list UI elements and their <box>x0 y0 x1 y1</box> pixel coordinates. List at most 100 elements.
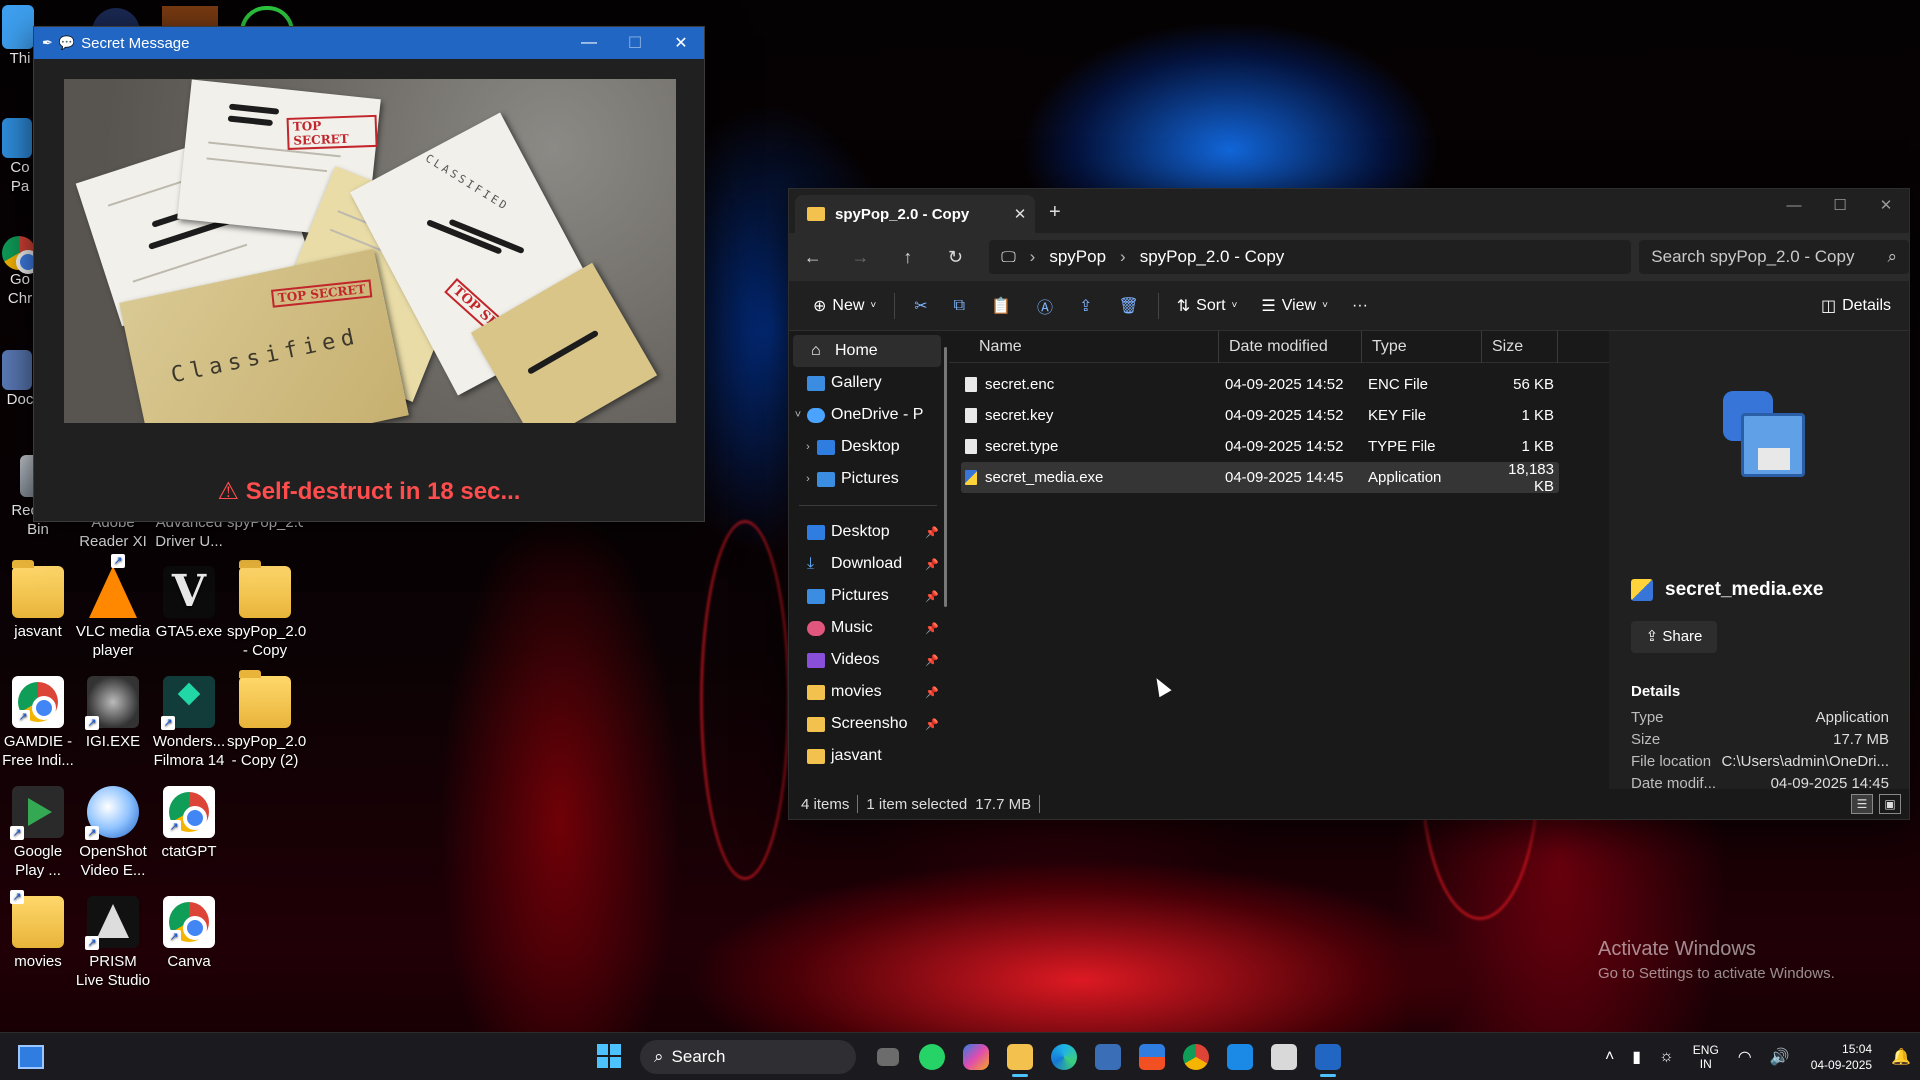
nav-item-music[interactable]: Music 📌 <box>789 612 949 644</box>
copy-icon[interactable]: ⧉ <box>941 297 978 315</box>
edge-taskbar-icon[interactable] <box>1042 1037 1086 1077</box>
nav-item-downloads[interactable]: ⤓ Download 📌 <box>789 548 949 580</box>
explorer-tab[interactable]: spyPop_2.0 - Copy ✕ <box>795 195 1035 233</box>
desktop-icon-igi[interactable]: IGI.EXE <box>75 676 151 751</box>
nav-item-home[interactable]: ⌂ Home <box>793 335 941 367</box>
desktop-icon-google-play[interactable]: Google Play ... <box>0 786 76 880</box>
nav-item-onedrive[interactable]: ˅ OneDrive - P <box>789 399 949 431</box>
volume-icon[interactable]: 🔊 <box>1761 1047 1799 1067</box>
new-tab-button[interactable]: + <box>1049 201 1061 224</box>
column-date-header[interactable]: Date modified <box>1219 330 1362 363</box>
nav-item-quick-desktop[interactable]: Desktop 📌 <box>789 516 949 548</box>
nav-item-onedrive-pictures[interactable]: › Pictures <box>789 463 949 495</box>
nav-item-movies[interactable]: movies 📌 <box>789 676 949 708</box>
nav-item-gallery[interactable]: Gallery <box>789 367 949 399</box>
notification-icon[interactable]: 🔔 <box>1882 1047 1920 1067</box>
nav-item-screenshots[interactable]: Screensho 📌 <box>789 708 949 740</box>
app-taskbar-icon[interactable] <box>1262 1037 1306 1077</box>
file-row-selected[interactable]: secret_media.exe 04-09-2025 14:45 Applic… <box>961 461 1559 495</box>
desktop-icon-jasvant[interactable]: jasvant <box>0 560 76 641</box>
start-button[interactable] <box>590 1037 630 1077</box>
nav-item-videos[interactable]: Videos 📌 <box>789 644 949 676</box>
bar-chart-icon[interactable]: ▮ <box>1623 1047 1650 1067</box>
column-type-header[interactable]: Type <box>1362 330 1482 363</box>
secret-message-window[interactable]: ✒ 💬 Secret Message — ☐ ✕ TOP SECRET TOP … <box>33 26 705 522</box>
desktop-icon-gamdie[interactable]: GAMDIE - Free Indi... <box>0 676 76 770</box>
search-box[interactable]: ⌕ <box>1639 240 1909 274</box>
close-button[interactable]: ✕ <box>1863 196 1909 214</box>
secret-message-taskbar-icon[interactable] <box>1306 1037 1350 1077</box>
chevron-right-icon[interactable]: › <box>799 441 817 453</box>
chrome-taskbar-icon[interactable] <box>1174 1037 1218 1077</box>
more-options-button[interactable]: ··· <box>1340 297 1380 315</box>
desktop-icon-ctatgpt[interactable]: ctatGPT <box>151 786 227 861</box>
file-explorer-taskbar-icon[interactable] <box>998 1037 1042 1077</box>
chevron-down-icon[interactable]: ˅ <box>789 409 807 421</box>
maximize-button[interactable]: ☐ <box>612 33 658 53</box>
desktop-icon-spypop-copy[interactable]: spyPop_2.0 - Copy <box>227 560 306 660</box>
task-view-button[interactable] <box>866 1037 910 1077</box>
new-button[interactable]: ⊕ New ˅ <box>801 296 888 316</box>
brightness-icon[interactable]: ☼ <box>1650 1048 1683 1066</box>
store-taskbar-icon[interactable] <box>1130 1037 1174 1077</box>
wifi-icon[interactable]: ◠ <box>1729 1047 1761 1067</box>
clock[interactable]: 15:04 04-09-2025 <box>1799 1041 1882 1073</box>
desktop-icon-spypop-copy-2[interactable]: spyPop_2.0 - Copy (2) <box>227 670 306 770</box>
desktop-icon-filmora[interactable]: Wonders... Filmora 14 <box>151 676 227 770</box>
share-button[interactable]: ⇪ Share <box>1631 621 1717 653</box>
desktop-icon-canva[interactable]: Canva <box>151 896 227 971</box>
desktop-icon-movies[interactable]: movies <box>0 890 76 971</box>
chevron-right-icon: › <box>1120 247 1126 266</box>
up-button[interactable]: ↑ <box>884 247 932 268</box>
file-explorer-window[interactable]: spyPop_2.0 - Copy ✕ + — ☐ ✕ ← → ↑ ↻ 🖵 › … <box>788 188 1910 820</box>
view-button[interactable]: ☰ View ˅ <box>1249 296 1340 316</box>
breadcrumb-spypop-copy[interactable]: spyPop_2.0 - Copy <box>1140 247 1285 267</box>
igi-icon <box>85 676 139 730</box>
forward-button[interactable]: → <box>837 247 885 268</box>
chevron-up-icon[interactable]: ˄ <box>1596 1048 1623 1066</box>
minimize-button[interactable]: — <box>566 34 612 52</box>
whatsapp-taskbar-icon[interactable] <box>910 1037 954 1077</box>
language-indicator[interactable]: ENG IN <box>1683 1043 1729 1071</box>
delete-icon[interactable]: 🗑 <box>1105 296 1151 316</box>
rename-icon[interactable]: Ⓐ <box>1024 294 1066 318</box>
close-button[interactable]: ✕ <box>658 33 704 53</box>
minimize-button[interactable]: — <box>1771 197 1817 214</box>
file-row[interactable]: secret.key 04-09-2025 14:52 KEY File 1 K… <box>961 400 1559 431</box>
address-bar[interactable]: 🖵 › spyPop › spyPop_2.0 - Copy <box>989 240 1632 274</box>
file-row[interactable]: secret.type 04-09-2025 14:52 TYPE File 1… <box>961 431 1559 462</box>
details-view-icon[interactable]: ☰ <box>1851 794 1873 814</box>
folder-icon <box>807 716 825 732</box>
desktop-icon-openshot[interactable]: OpenShot Video E... <box>75 786 151 880</box>
desktop-icon-prism[interactable]: PRISM Live Studio <box>75 896 151 990</box>
widgets-button[interactable] <box>18 1045 44 1069</box>
chevron-right-icon[interactable]: › <box>799 473 817 485</box>
secret-window-titlebar[interactable]: ✒ 💬 Secret Message — ☐ ✕ <box>34 27 704 59</box>
back-button[interactable]: ← <box>789 247 837 268</box>
details-toggle-button[interactable]: ◫ Details <box>1809 296 1909 316</box>
nav-item-onedrive-desktop[interactable]: › Desktop <box>789 431 949 463</box>
vscode-taskbar-icon[interactable] <box>1218 1037 1262 1077</box>
copilot-taskbar-icon[interactable] <box>954 1037 998 1077</box>
tab-close-button[interactable]: ✕ <box>1005 205 1035 223</box>
file-row[interactable]: secret.enc 04-09-2025 14:52 ENC File 56 … <box>961 369 1559 400</box>
calculator-taskbar-icon[interactable] <box>1086 1037 1130 1077</box>
nav-scrollbar[interactable] <box>944 347 947 607</box>
desktop-icon-vlc[interactable]: VLC media player <box>75 554 151 660</box>
taskbar-search[interactable]: ⌕ Search <box>640 1040 856 1074</box>
share-icon[interactable]: ⇪ <box>1066 296 1105 316</box>
column-size-header[interactable]: Size <box>1482 330 1558 363</box>
column-name-header[interactable]: Name <box>949 330 1219 363</box>
desktop-icon-gta5[interactable]: V GTA5.exe <box>151 566 227 641</box>
cut-icon[interactable]: ✂ <box>901 296 940 316</box>
nav-item-quick-pictures[interactable]: Pictures 📌 <box>789 580 949 612</box>
sort-button[interactable]: ⇅ Sort ˅ <box>1165 296 1250 316</box>
pin-icon: 📌 <box>925 718 939 731</box>
search-input[interactable] <box>1651 247 1888 267</box>
paste-icon[interactable]: 📋 <box>978 296 1024 316</box>
breadcrumb-spypop[interactable]: spyPop <box>1049 247 1106 267</box>
nav-item-jasvant[interactable]: jasvant <box>789 740 949 772</box>
refresh-button[interactable]: ↻ <box>932 247 980 268</box>
maximize-button[interactable]: ☐ <box>1817 196 1863 214</box>
tiles-view-icon[interactable]: ▣ <box>1879 794 1901 814</box>
